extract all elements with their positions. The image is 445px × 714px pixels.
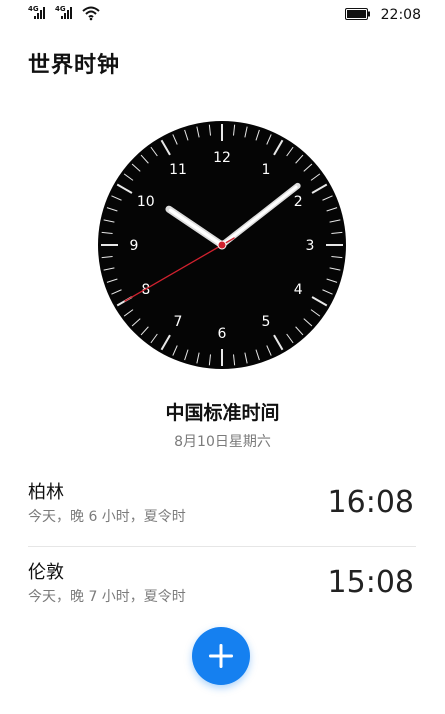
city-time: 16:08 [327, 485, 414, 520]
city-offset-description: 今天，晚 6 小时，夏令时 [28, 509, 186, 525]
local-time-zone-name: 中国标准时间 [165, 402, 280, 424]
clock-numeral: 4 [294, 282, 303, 298]
city-time: 15:08 [327, 565, 414, 600]
analog-clock[interactable]: 12 1 2 3 4 5 6 7 8 9 10 11 [97, 120, 347, 370]
city-name: 柏林 [28, 482, 64, 503]
page-title: 世界时钟 [28, 53, 121, 78]
local-date: 8月10日星期六 [174, 434, 271, 450]
center-pin [217, 240, 227, 250]
battery-icon [345, 8, 370, 20]
plus-icon [209, 644, 233, 668]
clock-numeral: 12 [213, 150, 231, 166]
clock-numeral: 11 [169, 162, 187, 178]
status-bar: 4G 4G 22:08 [0, 0, 445, 30]
city-offset-description: 今天，晚 7 小时，夏令时 [28, 589, 186, 605]
clock-numeral: 1 [262, 162, 271, 178]
clock-numeral: 6 [218, 326, 227, 342]
clock-numeral: 2 [294, 194, 303, 210]
add-city-button[interactable] [192, 627, 250, 685]
city-name: 伦敦 [28, 562, 64, 583]
clock-numeral: 9 [130, 238, 139, 254]
status-time: 22:08 [380, 7, 421, 23]
clock-face: 121234567891011 [98, 121, 346, 369]
clock-numeral: 8 [141, 282, 150, 298]
signal-icon [34, 7, 45, 19]
clock-numeral: 5 [262, 314, 271, 330]
list-divider [28, 546, 416, 547]
clock-numeral: 10 [137, 194, 155, 210]
clock-numeral: 3 [306, 238, 315, 254]
signal-icon [61, 7, 72, 19]
clock-numeral: 7 [174, 314, 183, 330]
wifi-icon [82, 6, 100, 21]
